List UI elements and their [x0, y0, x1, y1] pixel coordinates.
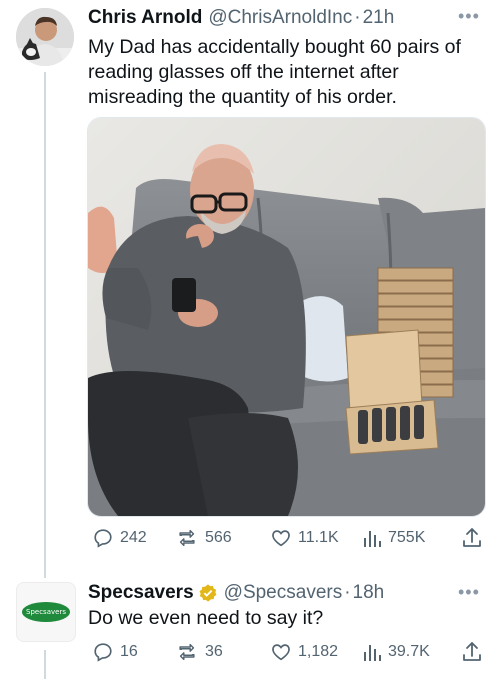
tweet-text-line: Do we even need to say it? — [88, 607, 324, 629]
tweet-text-line: reading glasses off the internet after — [88, 61, 399, 83]
reply-count: 16 — [120, 643, 138, 660]
more-icon[interactable]: ••• — [458, 6, 480, 27]
like-count: 11.1K — [298, 529, 339, 546]
share-button[interactable] — [461, 526, 489, 550]
tweet-text-line: misreading the quantity of his order. — [88, 86, 397, 108]
heart-icon — [272, 530, 290, 547]
share-icon — [463, 642, 481, 661]
thread-line-bottom — [44, 650, 46, 679]
tweet-text-line: My Dad has accidentally bought 60 pairs … — [88, 36, 461, 58]
share-button[interactable] — [461, 640, 489, 664]
like-button[interactable]: 1,182 — [270, 641, 338, 663]
more-icon[interactable]: ••• — [458, 582, 480, 603]
avatar[interactable] — [16, 8, 74, 66]
reply-button[interactable]: 16 — [92, 641, 138, 663]
display-name[interactable]: Chris Arnold — [88, 7, 202, 29]
verified-badge-icon — [199, 584, 217, 602]
reply-icon — [94, 529, 112, 548]
tweet-text: Do we even need to say it? — [88, 606, 323, 631]
separator-dot: · — [344, 582, 351, 603]
reply-button[interactable]: 242 — [92, 527, 147, 549]
tweet-photo[interactable] — [87, 117, 486, 517]
views-button[interactable]: 39.7K — [362, 641, 430, 663]
thread-line-top — [44, 72, 46, 578]
photo-illustration — [88, 118, 485, 516]
reply-icon — [94, 643, 112, 662]
retweet-button[interactable]: 36 — [175, 641, 223, 663]
retweet-count: 566 — [205, 529, 232, 546]
tweet-text: My Dad has accidentally bought 60 pairs … — [88, 35, 461, 110]
views-count: 39.7K — [388, 643, 430, 660]
like-count: 1,182 — [298, 643, 339, 660]
tweet-time[interactable]: 18h — [353, 582, 385, 604]
user-photo — [16, 8, 74, 66]
tweet-header: Chris Arnold @ChrisArnoldInc · 21h — [88, 7, 394, 29]
reply-count: 242 — [120, 529, 147, 546]
tweet-header: Specsavers @Specsavers · 18h — [88, 582, 384, 604]
user-handle[interactable]: @ChrisArnoldInc — [208, 7, 352, 29]
views-count: 755K — [388, 529, 426, 546]
views-button[interactable]: 755K — [362, 527, 425, 549]
specsavers-logo: Specsavers — [22, 602, 70, 622]
user-handle[interactable]: @Specsavers — [224, 582, 343, 604]
tweet-time[interactable]: 21h — [363, 7, 395, 29]
retweet-icon — [179, 529, 195, 547]
like-button[interactable]: 11.1K — [270, 527, 339, 549]
retweet-button[interactable]: 566 — [175, 527, 232, 549]
logo-text: Specsavers — [26, 608, 66, 616]
views-icon — [364, 531, 381, 547]
separator-dot: · — [354, 7, 361, 28]
share-icon — [463, 528, 481, 547]
retweet-count: 36 — [205, 643, 223, 660]
display-name[interactable]: Specsavers — [88, 582, 194, 604]
avatar-specsavers[interactable]: Specsavers — [16, 582, 76, 642]
heart-icon — [272, 644, 290, 661]
retweet-icon — [179, 643, 195, 661]
views-icon — [364, 645, 381, 661]
